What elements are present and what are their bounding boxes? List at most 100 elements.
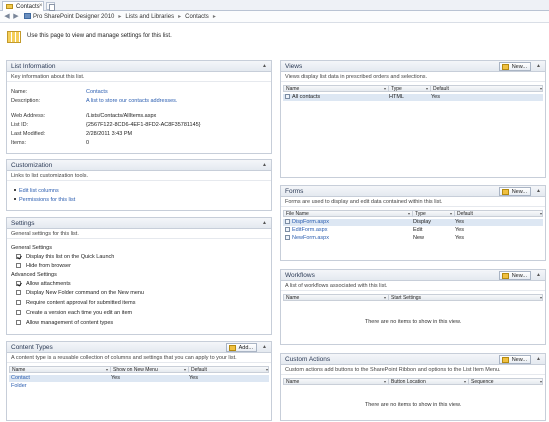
button-label: New...: [511, 357, 527, 363]
dropdown-icon[interactable]: ▾: [450, 211, 452, 216]
column-header[interactable]: Start Settings ▾: [388, 295, 544, 301]
table-row[interactable]: NewForm.aspx New Yes: [283, 235, 543, 242]
dropdown-icon[interactable]: ▾: [540, 86, 542, 91]
column-header[interactable]: Default ▾: [430, 86, 544, 92]
hide-from-browser-checkbox[interactable]: Hide from browser: [16, 263, 71, 269]
grid-header: Name ▾ Button Location ▾ Sequence ▾: [283, 378, 543, 385]
permissions-link[interactable]: Permissions for this list: [14, 197, 75, 203]
advanced-settings-label: Advanced Settings: [11, 272, 57, 278]
panel-title: Customization: [11, 162, 53, 169]
new-tab-button[interactable]: [46, 2, 55, 11]
dropdown-icon[interactable]: ▾: [384, 379, 386, 384]
column-header[interactable]: Name ▾: [284, 86, 388, 92]
new-folder-checkbox[interactable]: Display New Folder command on the New me…: [16, 290, 144, 296]
form-type: New: [413, 235, 425, 241]
new-form-button[interactable]: New...: [498, 187, 531, 196]
collapse-icon[interactable]: ▲: [536, 188, 541, 194]
table-row[interactable]: Contact Yes Yes: [9, 375, 269, 382]
dropdown-icon[interactable]: ▾: [266, 367, 268, 372]
tab-contacts[interactable]: Contacts ×: [2, 1, 44, 11]
checkbox-unchecked[interactable]: [16, 290, 21, 295]
checkbox-unchecked[interactable]: [16, 310, 21, 315]
collapse-icon[interactable]: ▲: [262, 220, 267, 226]
form-name[interactable]: DispForm.aspx: [283, 219, 329, 225]
description-label: Description:: [11, 98, 41, 104]
column-header[interactable]: Name ▾: [284, 379, 388, 385]
collapse-icon[interactable]: ▲: [262, 162, 267, 168]
column-header[interactable]: Show on New Menu ▾: [110, 367, 188, 373]
column-header[interactable]: Type ▾: [412, 211, 454, 217]
button-label: Add...: [238, 345, 253, 351]
new-view-button[interactable]: New...: [498, 62, 531, 71]
dropdown-icon[interactable]: ▾: [426, 86, 428, 91]
panel-header: List Information ▲: [7, 61, 271, 72]
breadcrumb-separator: ▸: [118, 14, 122, 20]
breadcrumb-site[interactable]: Pro SharePoint Designer 2010: [33, 14, 114, 20]
dropdown-icon[interactable]: ▾: [464, 379, 466, 384]
collapse-icon[interactable]: ▲: [262, 344, 267, 350]
name-value[interactable]: Contacts: [86, 89, 108, 95]
column-header[interactable]: Button Location ▾: [388, 379, 468, 385]
back-arrow-icon[interactable]: ◀: [3, 12, 11, 21]
collapse-icon[interactable]: ▲: [536, 272, 541, 278]
quick-launch-checkbox[interactable]: Display this list on the Quick Launch: [16, 254, 114, 260]
dropdown-icon[interactable]: ▾: [540, 295, 542, 300]
breadcrumb-lists[interactable]: Lists and Libraries: [125, 14, 174, 20]
checkbox-unchecked[interactable]: [16, 320, 21, 325]
collapse-icon[interactable]: ▲: [536, 356, 541, 362]
checkbox-unchecked[interactable]: [16, 263, 21, 268]
dropdown-icon[interactable]: ▾: [184, 367, 186, 372]
column-header[interactable]: Sequence ▾: [468, 379, 544, 385]
form-name[interactable]: EditForm.aspx: [283, 227, 327, 233]
new-workflow-button[interactable]: New...: [498, 271, 531, 280]
column-header[interactable]: Type ▾: [388, 86, 430, 92]
add-content-type-button[interactable]: Add...: [225, 343, 257, 352]
column-label: Default: [433, 86, 449, 92]
panel-header: Forms New... ▲: [281, 186, 545, 197]
dropdown-icon[interactable]: ▾: [540, 211, 542, 216]
close-icon[interactable]: ×: [39, 3, 43, 9]
column-header[interactable]: Name ▾: [10, 367, 110, 373]
table-row[interactable]: EditForm.aspx Edit Yes: [283, 227, 543, 234]
new-icon: [501, 189, 509, 195]
table-row[interactable]: All contacts HTML Yes: [283, 94, 543, 101]
dropdown-icon[interactable]: ▾: [408, 211, 410, 216]
checkbox-checked[interactable]: [16, 254, 21, 259]
column-header[interactable]: Default ▾: [454, 211, 544, 217]
panel-description: A list of workflows associated with this…: [281, 281, 545, 291]
collapse-icon[interactable]: ▲: [262, 63, 267, 69]
web-address-value: /Lists/Contacts/AllItems.aspx: [86, 113, 157, 119]
column-header[interactable]: Name ▾: [284, 295, 388, 301]
content-types-checkbox[interactable]: Allow management of content types: [16, 320, 113, 326]
panel-title: Custom Actions: [285, 356, 331, 363]
view-type: HTML: [389, 94, 404, 100]
panel-header: Workflows New... ▲: [281, 270, 545, 281]
column-header[interactable]: Default ▾: [188, 367, 270, 373]
dropdown-icon[interactable]: ▾: [540, 379, 542, 384]
link-label: Permissions for this list: [19, 197, 76, 203]
content-approval-checkbox[interactable]: Require content approval for submitted i…: [16, 300, 135, 306]
checkbox-label: Allow management of content types: [26, 320, 114, 326]
versioning-checkbox[interactable]: Create a version each time you edit an i…: [16, 310, 132, 316]
dropdown-icon[interactable]: ▾: [106, 367, 108, 372]
column-header[interactable]: File Name ▾: [284, 211, 412, 217]
dropdown-icon[interactable]: ▾: [384, 86, 386, 91]
checkbox-unchecked[interactable]: [16, 300, 21, 305]
forward-arrow-icon[interactable]: ▶: [12, 12, 20, 21]
edit-list-columns-link[interactable]: Edit list columns: [14, 188, 59, 194]
breadcrumb-current[interactable]: Contacts: [185, 14, 209, 20]
dropdown-icon[interactable]: ▾: [384, 295, 386, 300]
view-name[interactable]: All contacts: [283, 94, 320, 100]
table-row[interactable]: DispForm.aspx Display Yes: [283, 219, 543, 226]
content-type-name[interactable]: Folder: [9, 383, 27, 389]
content-type-name[interactable]: Contact: [9, 375, 30, 381]
allow-attachments-checkbox[interactable]: Allow attachments: [16, 281, 71, 287]
form-name[interactable]: NewForm.aspx: [283, 235, 329, 241]
column-label: Start Settings: [391, 295, 422, 301]
checkbox-checked[interactable]: [16, 281, 21, 286]
collapse-icon[interactable]: ▲: [536, 63, 541, 69]
table-row[interactable]: Folder: [9, 383, 269, 390]
content-type-default: Yes: [189, 375, 198, 381]
new-custom-action-button[interactable]: New...: [498, 355, 531, 364]
description-value[interactable]: A list to store our contacts addresses.: [86, 98, 177, 104]
